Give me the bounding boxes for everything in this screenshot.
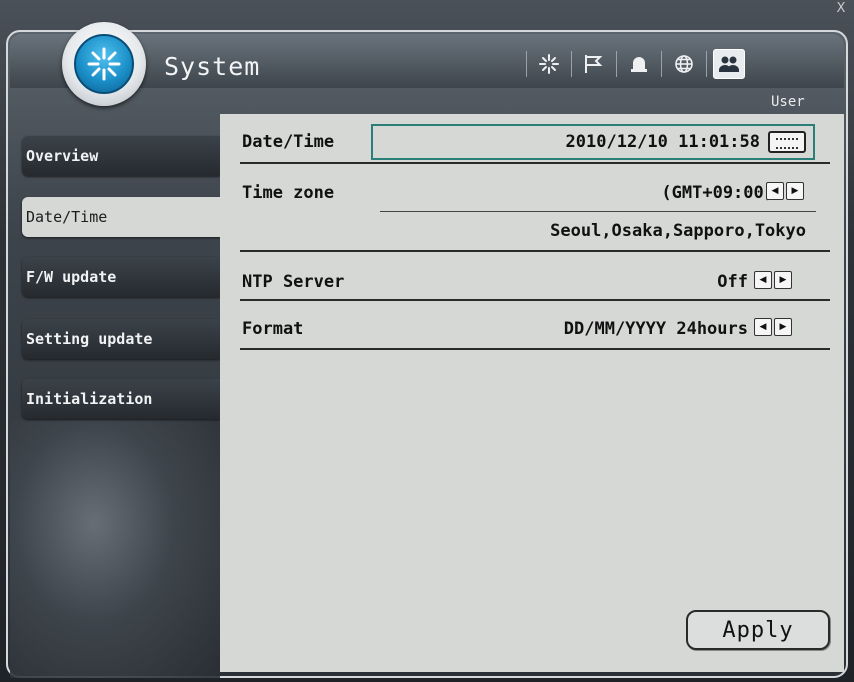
row-divider: [240, 348, 830, 350]
ntp-label: NTP Server: [242, 272, 345, 292]
timezone-value: (GMT+09:00): [661, 183, 774, 203]
timezone-cities: Seoul,Osaka,Sapporo,Tokyo: [550, 221, 806, 241]
flag-icon[interactable]: [578, 49, 610, 79]
ntp-prev-button[interactable]: ◀: [754, 271, 772, 289]
toolbar-divider: [571, 51, 572, 77]
page-title: System: [164, 52, 261, 81]
sidebar-item-label: Setting update: [26, 330, 153, 348]
apply-button[interactable]: Apply: [686, 610, 830, 650]
row-divider-thin: [380, 211, 816, 212]
sidebar-item-label: Initialization: [26, 390, 153, 408]
format-prev-button[interactable]: ◀: [754, 318, 772, 336]
datetime-value: 2010/12/10 11:01:58: [565, 132, 760, 152]
row-divider: [240, 299, 830, 301]
ntp-next-button[interactable]: ▶: [774, 271, 792, 289]
datetime-label: Date/Time: [242, 132, 335, 152]
toolbar-divider: [661, 51, 662, 77]
sidebar-item-label: Date/Time: [26, 208, 108, 226]
apply-button-label: Apply: [722, 617, 794, 643]
section-label: User: [771, 94, 805, 110]
sidebar-item-overview[interactable]: Overview: [22, 136, 220, 176]
toolbar-divider: [526, 51, 527, 77]
sidebar-item-label: F/W update: [26, 268, 117, 286]
sidebar-item-datetime[interactable]: Date/Time: [22, 197, 220, 237]
sidebar-item-fw-update[interactable]: F/W update: [22, 257, 220, 297]
timezone-label: Time zone: [242, 183, 335, 203]
timezone-prev-button[interactable]: ◀: [766, 182, 784, 200]
ntp-value: Off: [717, 272, 748, 292]
format-next-button[interactable]: ▶: [774, 318, 792, 336]
toolbar-divider: [706, 51, 707, 77]
toolbar: [520, 46, 745, 82]
globe-icon[interactable]: [668, 49, 700, 79]
keyboard-icon[interactable]: [768, 131, 806, 153]
toolbar-divider: [616, 51, 617, 77]
row-divider: [240, 250, 830, 252]
sidebar-background: [10, 420, 220, 678]
users-icon[interactable]: [713, 49, 745, 79]
format-label: Format: [242, 319, 304, 339]
sidebar-item-setting-update[interactable]: Setting update: [22, 319, 220, 359]
timezone-next-button[interactable]: ▶: [786, 182, 804, 200]
sidebar-item-label: Overview: [26, 147, 99, 165]
format-value: DD/MM/YYYY 24hours: [563, 319, 748, 339]
sidebar-item-initialization[interactable]: Initialization: [22, 379, 220, 419]
alarm-icon[interactable]: [623, 49, 655, 79]
system-logo-icon: [74, 34, 134, 94]
spark-icon[interactable]: [533, 49, 565, 79]
row-divider: [240, 162, 830, 164]
close-icon[interactable]: X: [834, 2, 848, 16]
